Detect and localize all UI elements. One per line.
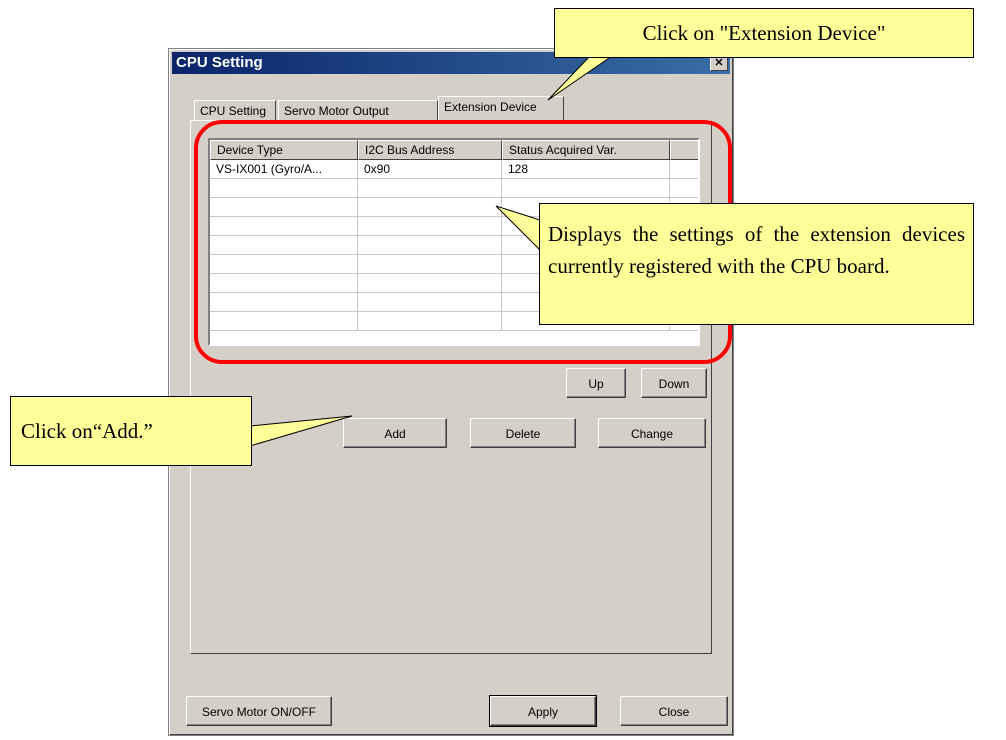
callout-click-add: Click on“Add.” [10,396,252,466]
callout-click-extension-device: Click on "Extension Device" [554,8,974,58]
callout-displays-text: Displays the settings of the extension d… [548,222,965,278]
callout-extension-text: Click on "Extension Device" [642,21,886,45]
callout-add-text: Click on“Add.” [21,419,153,443]
callout-displays-settings: Displays the settings of the extension d… [539,203,974,325]
callout-pointers [249,55,614,447]
